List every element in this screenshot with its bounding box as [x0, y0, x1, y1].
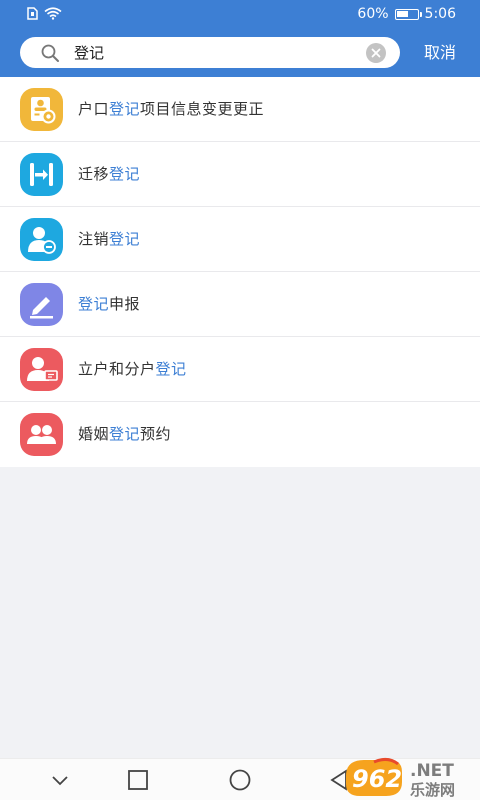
battery-icon: [394, 8, 422, 20]
edit-pen-icon: [20, 283, 63, 326]
watermark-suffix: .NET: [410, 761, 454, 781]
list-item[interactable]: 立户和分户登记: [0, 337, 480, 402]
home-icon[interactable]: [227, 767, 253, 793]
battery-fill: [396, 10, 408, 17]
item-label: 立户和分户登记: [78, 360, 187, 378]
app-header: 60% 5:06 取消: [0, 0, 480, 77]
status-bar: 60% 5:06: [0, 0, 480, 30]
wifi-icon: [44, 7, 62, 20]
list-item[interactable]: 注销登记: [0, 207, 480, 272]
item-label: 注销登记: [78, 230, 141, 248]
migration-icon: [20, 153, 63, 196]
cancel-button[interactable]: 取消: [408, 40, 472, 66]
search-icon: [41, 44, 59, 62]
item-label: 户口登记项目信息变更更正: [78, 100, 265, 118]
list-item[interactable]: 登记申报: [0, 272, 480, 337]
household-register-icon: [20, 88, 63, 131]
status-bar-right: 60% 5:06: [357, 6, 456, 22]
item-label: 婚姻登记预约: [78, 425, 172, 443]
search-results-list: 户口登记项目信息变更更正 迁移登记 注销登记 登记申报 立户和分户登记 婚姻登记…: [0, 77, 480, 467]
household-split-icon: [20, 348, 63, 391]
watermark-number: 962: [352, 765, 402, 793]
status-time: 5:06: [424, 6, 456, 22]
watermark-caption: 乐游网: [410, 781, 455, 799]
back-chevron-icon[interactable]: [47, 767, 73, 793]
item-label: 登记申报: [78, 295, 141, 313]
clear-search-icon[interactable]: [366, 43, 386, 63]
item-label: 迁移登记: [78, 165, 141, 183]
recent-apps-icon[interactable]: [125, 767, 151, 793]
cancellation-icon: [20, 218, 63, 261]
list-item[interactable]: 婚姻登记预约: [0, 402, 480, 467]
marriage-icon: [20, 413, 63, 456]
list-item[interactable]: 迁移登记: [0, 142, 480, 207]
status-bar-left: [26, 7, 62, 20]
sim-icon: [27, 7, 38, 20]
watermark-logo: 962 .NET 乐游网: [340, 752, 480, 800]
search-bar[interactable]: [20, 37, 400, 68]
battery-percent: 60%: [357, 6, 389, 22]
search-input[interactable]: [74, 37, 364, 68]
list-item[interactable]: 户口登记项目信息变更更正: [0, 77, 480, 142]
